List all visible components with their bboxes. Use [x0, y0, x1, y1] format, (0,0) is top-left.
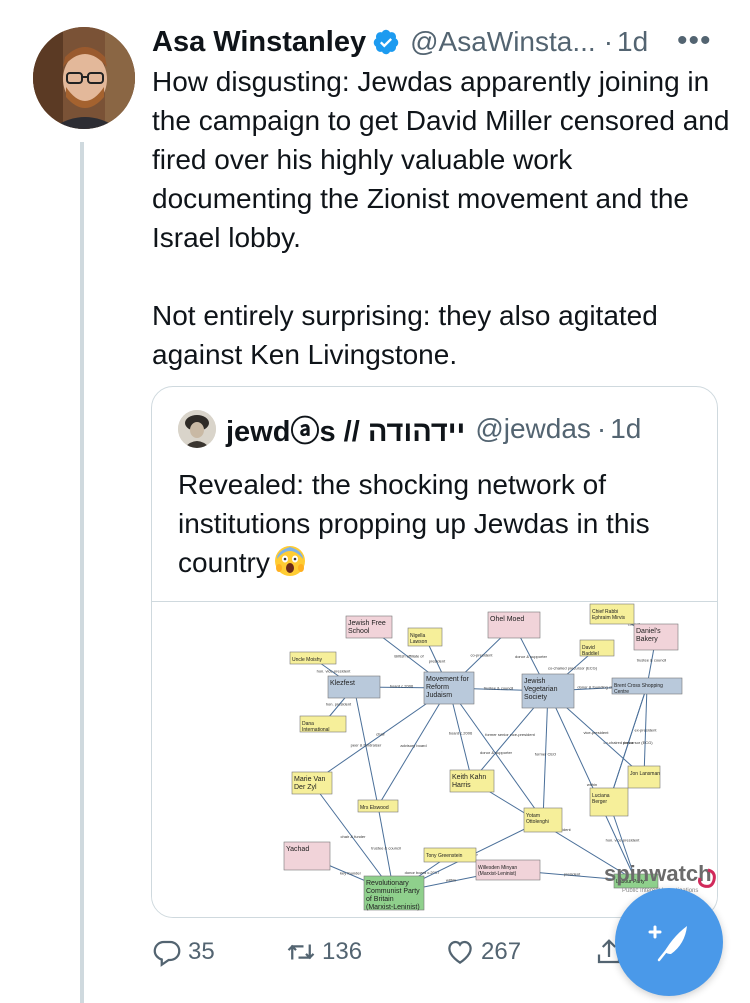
tweet-timestamp[interactable]: 1d: [617, 26, 648, 58]
diagram-edge-label: donor & supporter: [480, 750, 513, 755]
quoted-tweet-text-content: Revealed: the shocking network of instit…: [178, 469, 650, 578]
diagram-node-label: Ohel Moed: [490, 616, 524, 623]
quoted-author-handle: @jewdas: [475, 413, 591, 444]
diagram-edge-label: board c.2006: [449, 731, 473, 736]
diagram-edge-label: donor: [623, 740, 634, 745]
diagram-node: [627, 765, 661, 789]
diagram-edge-label: trustee & council: [371, 846, 401, 851]
diagram-edge-label: co-chaired precursor (ECG): [548, 666, 598, 671]
like-button[interactable]: 267: [445, 932, 521, 972]
diagram-edge-label: British affiliate of: [394, 654, 424, 659]
retweet-count: 136: [322, 938, 363, 965]
diagram-edge-label: within: [446, 878, 456, 883]
diagram-edge-label: key founder: [340, 871, 362, 876]
quoted-separator-dot: ·: [596, 413, 607, 444]
diagram-node-label: Yachad: [286, 846, 309, 853]
retweet-button[interactable]: 136: [286, 932, 362, 972]
heart-icon: [448, 940, 472, 964]
diagram-edge-label: chair: [376, 732, 385, 737]
quoted-author-avatar: [178, 410, 216, 448]
reply-count: 35: [188, 938, 215, 965]
quoted-tweet-header: jewdⓐs // יידהודה @jewdas · 1d: [178, 410, 642, 448]
diagram-node-label: Daniel's Bakery: [636, 628, 661, 643]
reply-button[interactable]: 35: [152, 932, 215, 972]
diagram-edge-label: hon. vice-president: [606, 838, 641, 843]
diagram-edge-label: former senior vice-president: [485, 732, 535, 737]
diagram-edge-label: ex-president: [634, 728, 657, 733]
thread-line: [80, 142, 84, 1003]
screaming-face-emoji-icon: [274, 546, 305, 576]
diagram-edge-label: peer & fundraiser: [351, 743, 382, 748]
diagram-edge-label: hon. president: [326, 702, 352, 707]
diagram-edge-label: advisory board: [400, 743, 426, 748]
diagram-edge-label: trustee & council: [484, 686, 514, 691]
diagram-node-label: Nigella Lawson: [410, 633, 427, 645]
retweet-icon: [287, 944, 315, 960]
diagram-edge-label: hon. vice-president: [317, 669, 352, 674]
diagram-node-label: Willesden Minyan (Marxist-Leninist): [478, 865, 517, 877]
diagram-node-label: Uncle Moishy: [292, 657, 323, 663]
quoted-tweet-text: Revealed: the shocking network of instit…: [178, 465, 698, 582]
verified-badge-icon: [373, 29, 399, 55]
diagram-node-label: Klezfest: [330, 680, 355, 687]
diagram-edge-label: vice-president: [584, 730, 610, 735]
diagram-node-label: Mrs Elswood: [360, 805, 389, 811]
diagram-edge-label: trustee & council: [637, 658, 667, 663]
diagram-node-label: Jon Lansman: [630, 771, 660, 777]
diagram-edge-label: within: [587, 782, 597, 787]
diagram-edge-label: president: [564, 872, 581, 877]
more-options-icon[interactable]: •••: [677, 24, 712, 58]
quoted-timestamp: 1d: [610, 413, 642, 444]
diagram-edge-label: donor & supporter: [515, 654, 548, 659]
diagram-edge-label: board c.2006: [390, 684, 414, 689]
spinwatch-logo: spinwatch: [604, 861, 712, 886]
quoted-tweet[interactable]: jewdⓐs // יידהודה @jewdas · 1d Revealed:…: [151, 386, 718, 918]
network-diagram-image[interactable]: British affiliate of president co-presiden…: [152, 601, 717, 917]
separator-dot: ·: [603, 26, 614, 57]
diagram-edge-label: former CEO: [535, 752, 556, 757]
diagram-edge-label: president: [429, 659, 446, 664]
author-avatar[interactable]: [33, 27, 135, 129]
diagram-node-label: Tony Greenstein: [426, 853, 463, 859]
tweet-text: How disgusting: Jewdas apparently joinin…: [152, 62, 732, 374]
compose-feather-icon: [648, 925, 687, 962]
tweet-header: Asa Winstanley @AsaWinsta... · 1d: [152, 24, 732, 60]
like-count: 267: [481, 938, 522, 965]
compose-tweet-button[interactable]: [615, 888, 723, 996]
quoted-author-name: jewdⓐs // יידהודה: [226, 416, 466, 448]
author-handle[interactable]: @AsaWinsta...: [410, 26, 596, 58]
diagram-edge-label: chair & funder: [341, 834, 367, 839]
tweet-actions: 35 136 267: [152, 932, 621, 972]
reply-icon: [153, 940, 181, 967]
author-name[interactable]: Asa Winstanley: [152, 26, 366, 59]
diagram-edge-label: co-president: [470, 653, 493, 658]
tweet-paragraph-1: How disgusting: Jewdas apparently joinin…: [152, 66, 730, 253]
tweet-paragraph-2: Not entirely surprising: they also agita…: [152, 300, 658, 370]
